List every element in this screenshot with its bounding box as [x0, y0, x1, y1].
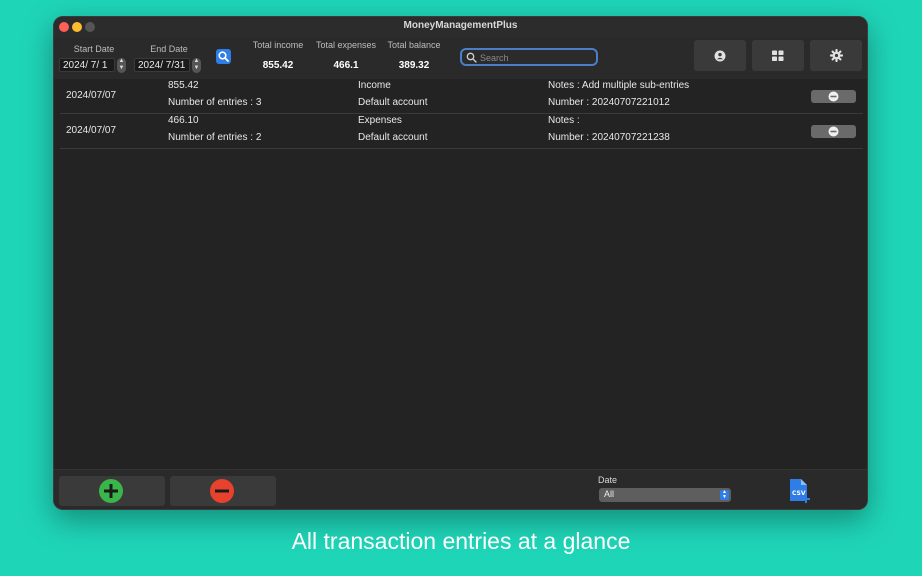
title-bar: MoneyManagementPlus	[54, 17, 867, 37]
entry-amount: 466.10	[168, 115, 199, 126]
add-entry-button[interactable]	[59, 476, 165, 506]
search-input[interactable]	[480, 51, 592, 64]
bottom-bar: Date All ▲ ▼ CSV	[54, 469, 867, 509]
entry-detail-button[interactable]	[811, 125, 856, 138]
svg-text:CSV: CSV	[792, 490, 806, 497]
entry-detail-button[interactable]	[811, 90, 856, 103]
entry-account: Default account	[358, 97, 428, 108]
start-date-label: Start Date	[73, 44, 115, 54]
csv-export-icon: CSV	[790, 479, 810, 503]
entry-count: Number of entries : 2	[168, 132, 262, 143]
entry-number: Number : 20240707221238	[548, 132, 670, 143]
total-expenses-label: Total expenses	[315, 40, 377, 50]
account-button[interactable]	[694, 40, 746, 71]
list-item[interactable]: 2024/07/07 855.42 Number of entries : 3 …	[60, 79, 863, 114]
entry-notes: Notes : Add multiple sub-entries	[548, 80, 690, 91]
settings-button[interactable]	[810, 40, 862, 71]
date-filter-select[interactable]: All ▲ ▼	[599, 488, 731, 502]
entry-amount: 855.42	[168, 80, 199, 91]
end-date-stepper[interactable]: ▲ ▼	[192, 58, 201, 73]
promo-caption: All transaction entries at a glance	[291, 528, 631, 554]
total-income-label: Total income	[252, 40, 304, 50]
more-icon	[828, 126, 839, 137]
remove-entry-button[interactable]	[170, 476, 276, 506]
search-icon	[466, 52, 477, 63]
entry-date: 2024/07/07	[66, 90, 117, 101]
entry-count: Number of entries : 3	[168, 97, 262, 108]
end-date-field[interactable]: 2024/ 7/31	[134, 58, 190, 72]
gear-icon	[830, 49, 843, 62]
export-csv-button[interactable]: CSV	[788, 478, 812, 504]
start-date-field[interactable]: 2024/ 7/ 1	[59, 58, 115, 72]
app-window: MoneyManagementPlus Start Date 2024/ 7/ …	[53, 16, 868, 510]
end-date-label: End Date	[150, 44, 188, 54]
plus-icon	[99, 479, 123, 503]
dashboard-button[interactable]	[752, 40, 804, 71]
minus-icon	[210, 479, 234, 503]
list-item[interactable]: 2024/07/07 466.10 Number of entries : 2 …	[60, 114, 863, 149]
total-income-value: 855.42	[262, 60, 294, 71]
window-title: MoneyManagementPlus	[403, 20, 518, 31]
select-arrows-icon: ▲ ▼	[720, 490, 729, 500]
filter-search-button[interactable]	[216, 49, 231, 64]
entry-number: Number : 20240707221012	[548, 97, 670, 108]
grid-icon	[772, 50, 784, 61]
entry-notes: Notes :	[548, 115, 580, 126]
account-icon	[714, 50, 726, 62]
date-filter-label: Date	[598, 475, 618, 485]
entry-date: 2024/07/07	[66, 125, 117, 136]
more-icon	[828, 91, 839, 102]
total-balance-label: Total balance	[387, 40, 441, 50]
total-expenses-value: 466.1	[333, 60, 359, 71]
entry-type: Expenses	[358, 115, 402, 126]
entry-account: Default account	[358, 132, 428, 143]
start-date-stepper[interactable]: ▲ ▼	[117, 58, 126, 73]
toolbar: Start Date 2024/ 7/ 1 ▲ ▼ End Date 2024/ …	[54, 37, 867, 79]
entry-type: Income	[358, 80, 391, 91]
total-balance-value: 389.32	[398, 60, 430, 71]
date-filter-value: All	[604, 489, 615, 499]
search-box[interactable]	[460, 48, 598, 66]
magnifier-icon	[218, 51, 229, 62]
